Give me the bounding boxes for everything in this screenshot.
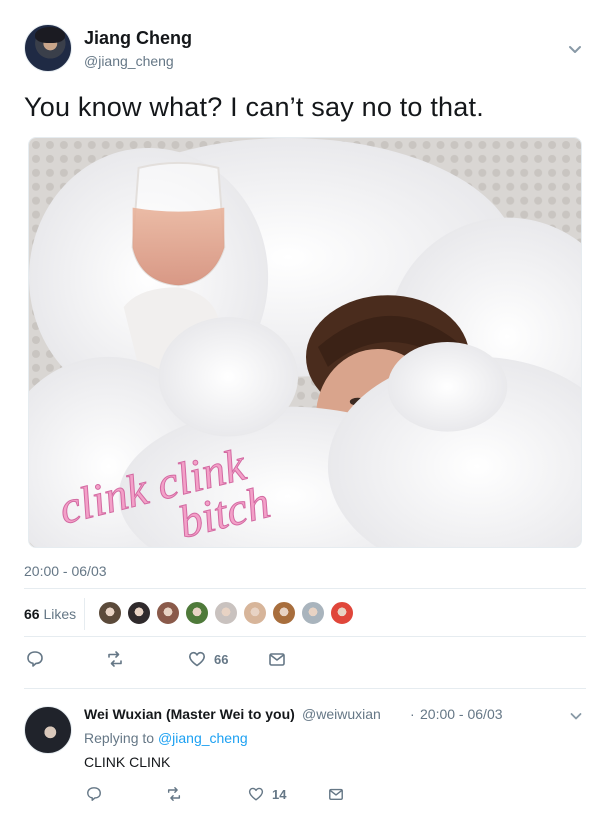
liker-avatar[interactable] [185,601,209,625]
reply-author-avatar[interactable] [24,706,72,754]
liker-avatar[interactable] [127,601,151,625]
likers-separator [84,598,85,630]
reply-retweet-button[interactable] [166,786,182,802]
likers-avatars [98,601,359,627]
replying-to-link[interactable]: @jiang_cheng [158,730,248,746]
reply-text: CLINK CLINK [84,754,171,770]
heart-icon [248,787,264,801]
reply-like-button[interactable]: 14 [248,786,286,802]
retweet-icon [167,787,181,801]
envelope-icon [269,653,285,666]
chevron-down-icon[interactable] [568,708,584,724]
liker-avatar[interactable] [272,601,296,625]
divider [24,688,586,689]
direct-message-button[interactable] [268,650,286,668]
envelope-icon [329,788,343,801]
retweet-button[interactable] [106,650,124,668]
liker-avatar[interactable] [214,601,238,625]
reply-tweet[interactable]: Wei Wuxian (Master Wei to you) @weiwuxia… [24,704,586,814]
reply-icon [27,651,43,667]
author-avatar[interactable] [24,24,72,72]
liker-avatar[interactable] [243,601,267,625]
reply-reply-button[interactable] [86,786,102,802]
replying-prefix: Replying to [84,730,155,746]
author-handle[interactable]: @jiang_cheng [84,53,174,69]
retweet-icon [108,651,122,667]
reply-direct-message-button[interactable] [328,786,344,802]
divider [24,588,586,589]
tweet-actions: 66 [24,650,324,674]
liker-avatar[interactable] [330,601,354,625]
tweet-header: Jiang Cheng @jiang_cheng [24,24,586,74]
like-count: 66 [214,651,229,667]
reply-author-name[interactable]: Wei Wuxian (Master Wei to you) [84,706,295,722]
author-name[interactable]: Jiang Cheng [84,28,192,49]
replying-to: Replying to @jiang_cheng [84,730,248,746]
likes-count[interactable]: 66 Likes [24,606,76,622]
liker-avatar[interactable] [98,601,122,625]
heart-icon [189,651,205,667]
likes-label: Likes [43,606,77,622]
reply-separator: · [410,706,415,722]
reply-button[interactable] [26,650,44,668]
likes-number: 66 [24,606,40,622]
tweet-text: You know what? I can’t say no to that. [24,92,484,122]
liker-avatar[interactable] [301,601,325,625]
reply-timestamp[interactable]: 20:00 - 06/03 [420,706,503,722]
like-button[interactable]: 66 [188,650,228,668]
reply-icon [87,787,101,801]
liker-avatar[interactable] [156,601,180,625]
reply-actions: 14 [84,786,384,808]
reply-like-count: 14 [272,786,287,802]
tweet-media-image[interactable]: clink clink bitch [28,137,582,548]
tweet-timestamp[interactable]: 20:00 - 06/03 [24,563,107,579]
chevron-down-icon[interactable] [566,40,584,58]
reply-author-handle[interactable]: @weiwuxian [302,706,381,722]
divider [24,636,586,637]
